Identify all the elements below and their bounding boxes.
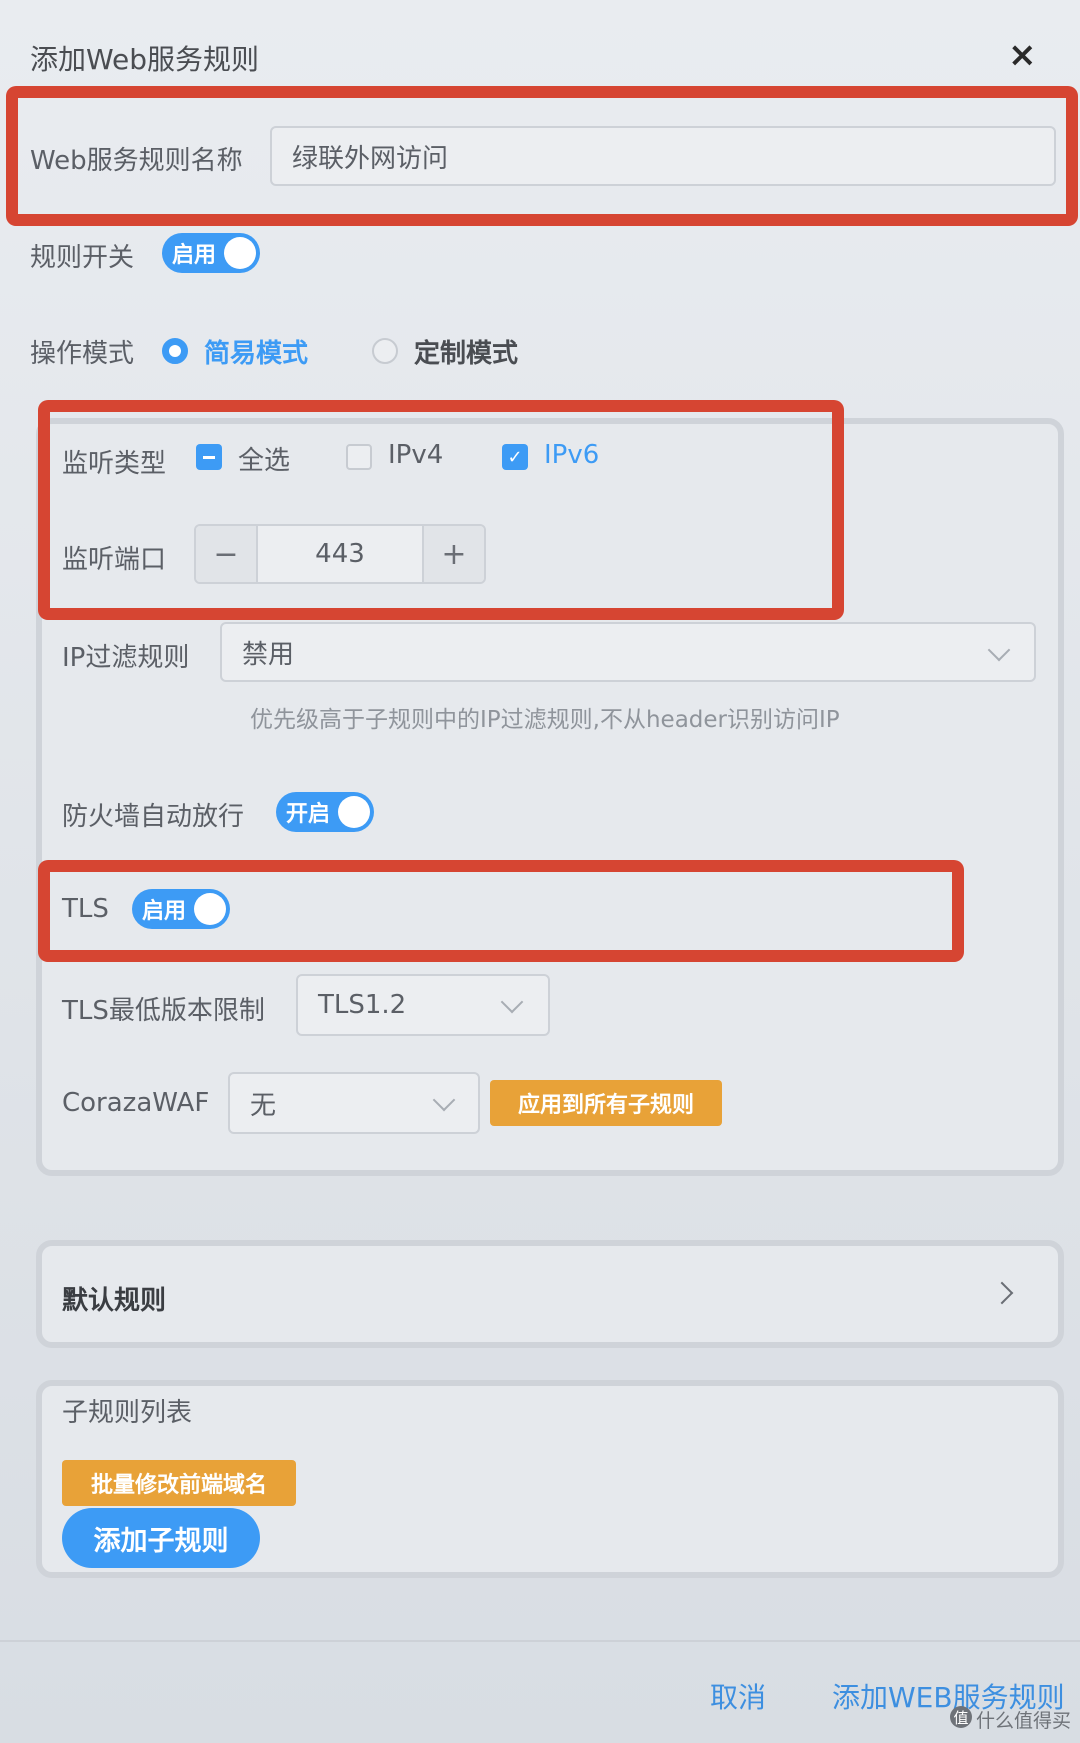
cancel-button[interactable]: 取消: [710, 1676, 766, 1716]
firewall-state: 开启: [286, 802, 331, 827]
check-icon: ✓: [507, 446, 523, 468]
simple-mode-label[interactable]: 简易模式: [204, 333, 308, 370]
custom-mode-label[interactable]: 定制模式: [414, 333, 518, 370]
default-rule-label: 默认规则: [62, 1286, 167, 1316]
ip-filter-select[interactable]: 禁用: [220, 622, 1036, 682]
toggle-knob: [224, 237, 256, 269]
close-icon[interactable]: ×: [1008, 38, 1037, 72]
port-input[interactable]: 443: [256, 526, 424, 582]
listen-port-label: 监听端口: [62, 545, 167, 575]
watermark-text: 什么值得买: [976, 1710, 1072, 1732]
plus-icon[interactable]: +: [424, 526, 484, 582]
subrules-label: 子规则列表: [62, 1398, 193, 1428]
ipv4-checkbox[interactable]: [346, 444, 372, 470]
mode-label: 操作模式: [30, 339, 135, 369]
tls-min-label: TLS最低版本限制: [62, 996, 265, 1026]
waf-label: CorazaWAF: [62, 1088, 210, 1118]
tls-state: 启用: [142, 899, 187, 924]
minus-icon[interactable]: −: [196, 526, 256, 582]
rule-switch-state: 启用: [172, 243, 217, 268]
radio-custom-mode[interactable]: [372, 338, 398, 364]
ip-filter-label: IP过滤规则: [62, 643, 190, 673]
dialog-title: 添加Web服务规则: [30, 43, 260, 76]
tls-toggle[interactable]: 启用: [132, 889, 230, 929]
port-stepper: − 443 +: [194, 524, 486, 584]
watermark-logo-icon: 值: [950, 1706, 972, 1728]
toggle-knob: [194, 893, 226, 925]
default-rule-panel[interactable]: [36, 1240, 1064, 1348]
rule-name-input[interactable]: 绿联外网访问: [270, 126, 1056, 186]
select-all-checkbox[interactable]: [196, 444, 222, 470]
apply-to-subrules-button[interactable]: 应用到所有子规则: [490, 1080, 722, 1126]
rule-switch-toggle[interactable]: 启用: [162, 233, 260, 273]
radio-simple-mode[interactable]: [162, 338, 188, 364]
select-all-label[interactable]: 全选: [238, 440, 290, 477]
rule-switch-label: 规则开关: [30, 243, 135, 273]
listen-type-label: 监听类型: [62, 449, 167, 479]
ipv6-checkbox[interactable]: ✓: [502, 444, 528, 470]
ip-filter-value: 禁用: [242, 639, 295, 670]
ipv6-label[interactable]: IPv6: [544, 440, 599, 470]
tls-min-value: TLS1.2: [318, 990, 407, 1020]
tls-label: TLS: [62, 894, 109, 924]
firewall-label: 防火墙自动放行: [62, 802, 245, 832]
toggle-knob: [338, 796, 370, 828]
ip-filter-hint: 优先级高于子规则中的IP过滤规则,不从header识别访问IP: [250, 707, 840, 733]
rule-name-label: Web服务规则名称: [30, 146, 243, 176]
batch-edit-domain-button[interactable]: 批量修改前端域名: [62, 1460, 296, 1506]
footer-divider: [0, 1640, 1080, 1642]
waf-value: 无: [250, 1090, 277, 1121]
ipv4-label[interactable]: IPv4: [388, 440, 443, 470]
add-web-rule-dialog: 添加Web服务规则 × Web服务规则名称 绿联外网访问 规则开关 启用 操作模…: [0, 0, 1080, 1743]
add-subrule-button[interactable]: 添加子规则: [62, 1508, 260, 1568]
firewall-toggle[interactable]: 开启: [276, 792, 374, 832]
